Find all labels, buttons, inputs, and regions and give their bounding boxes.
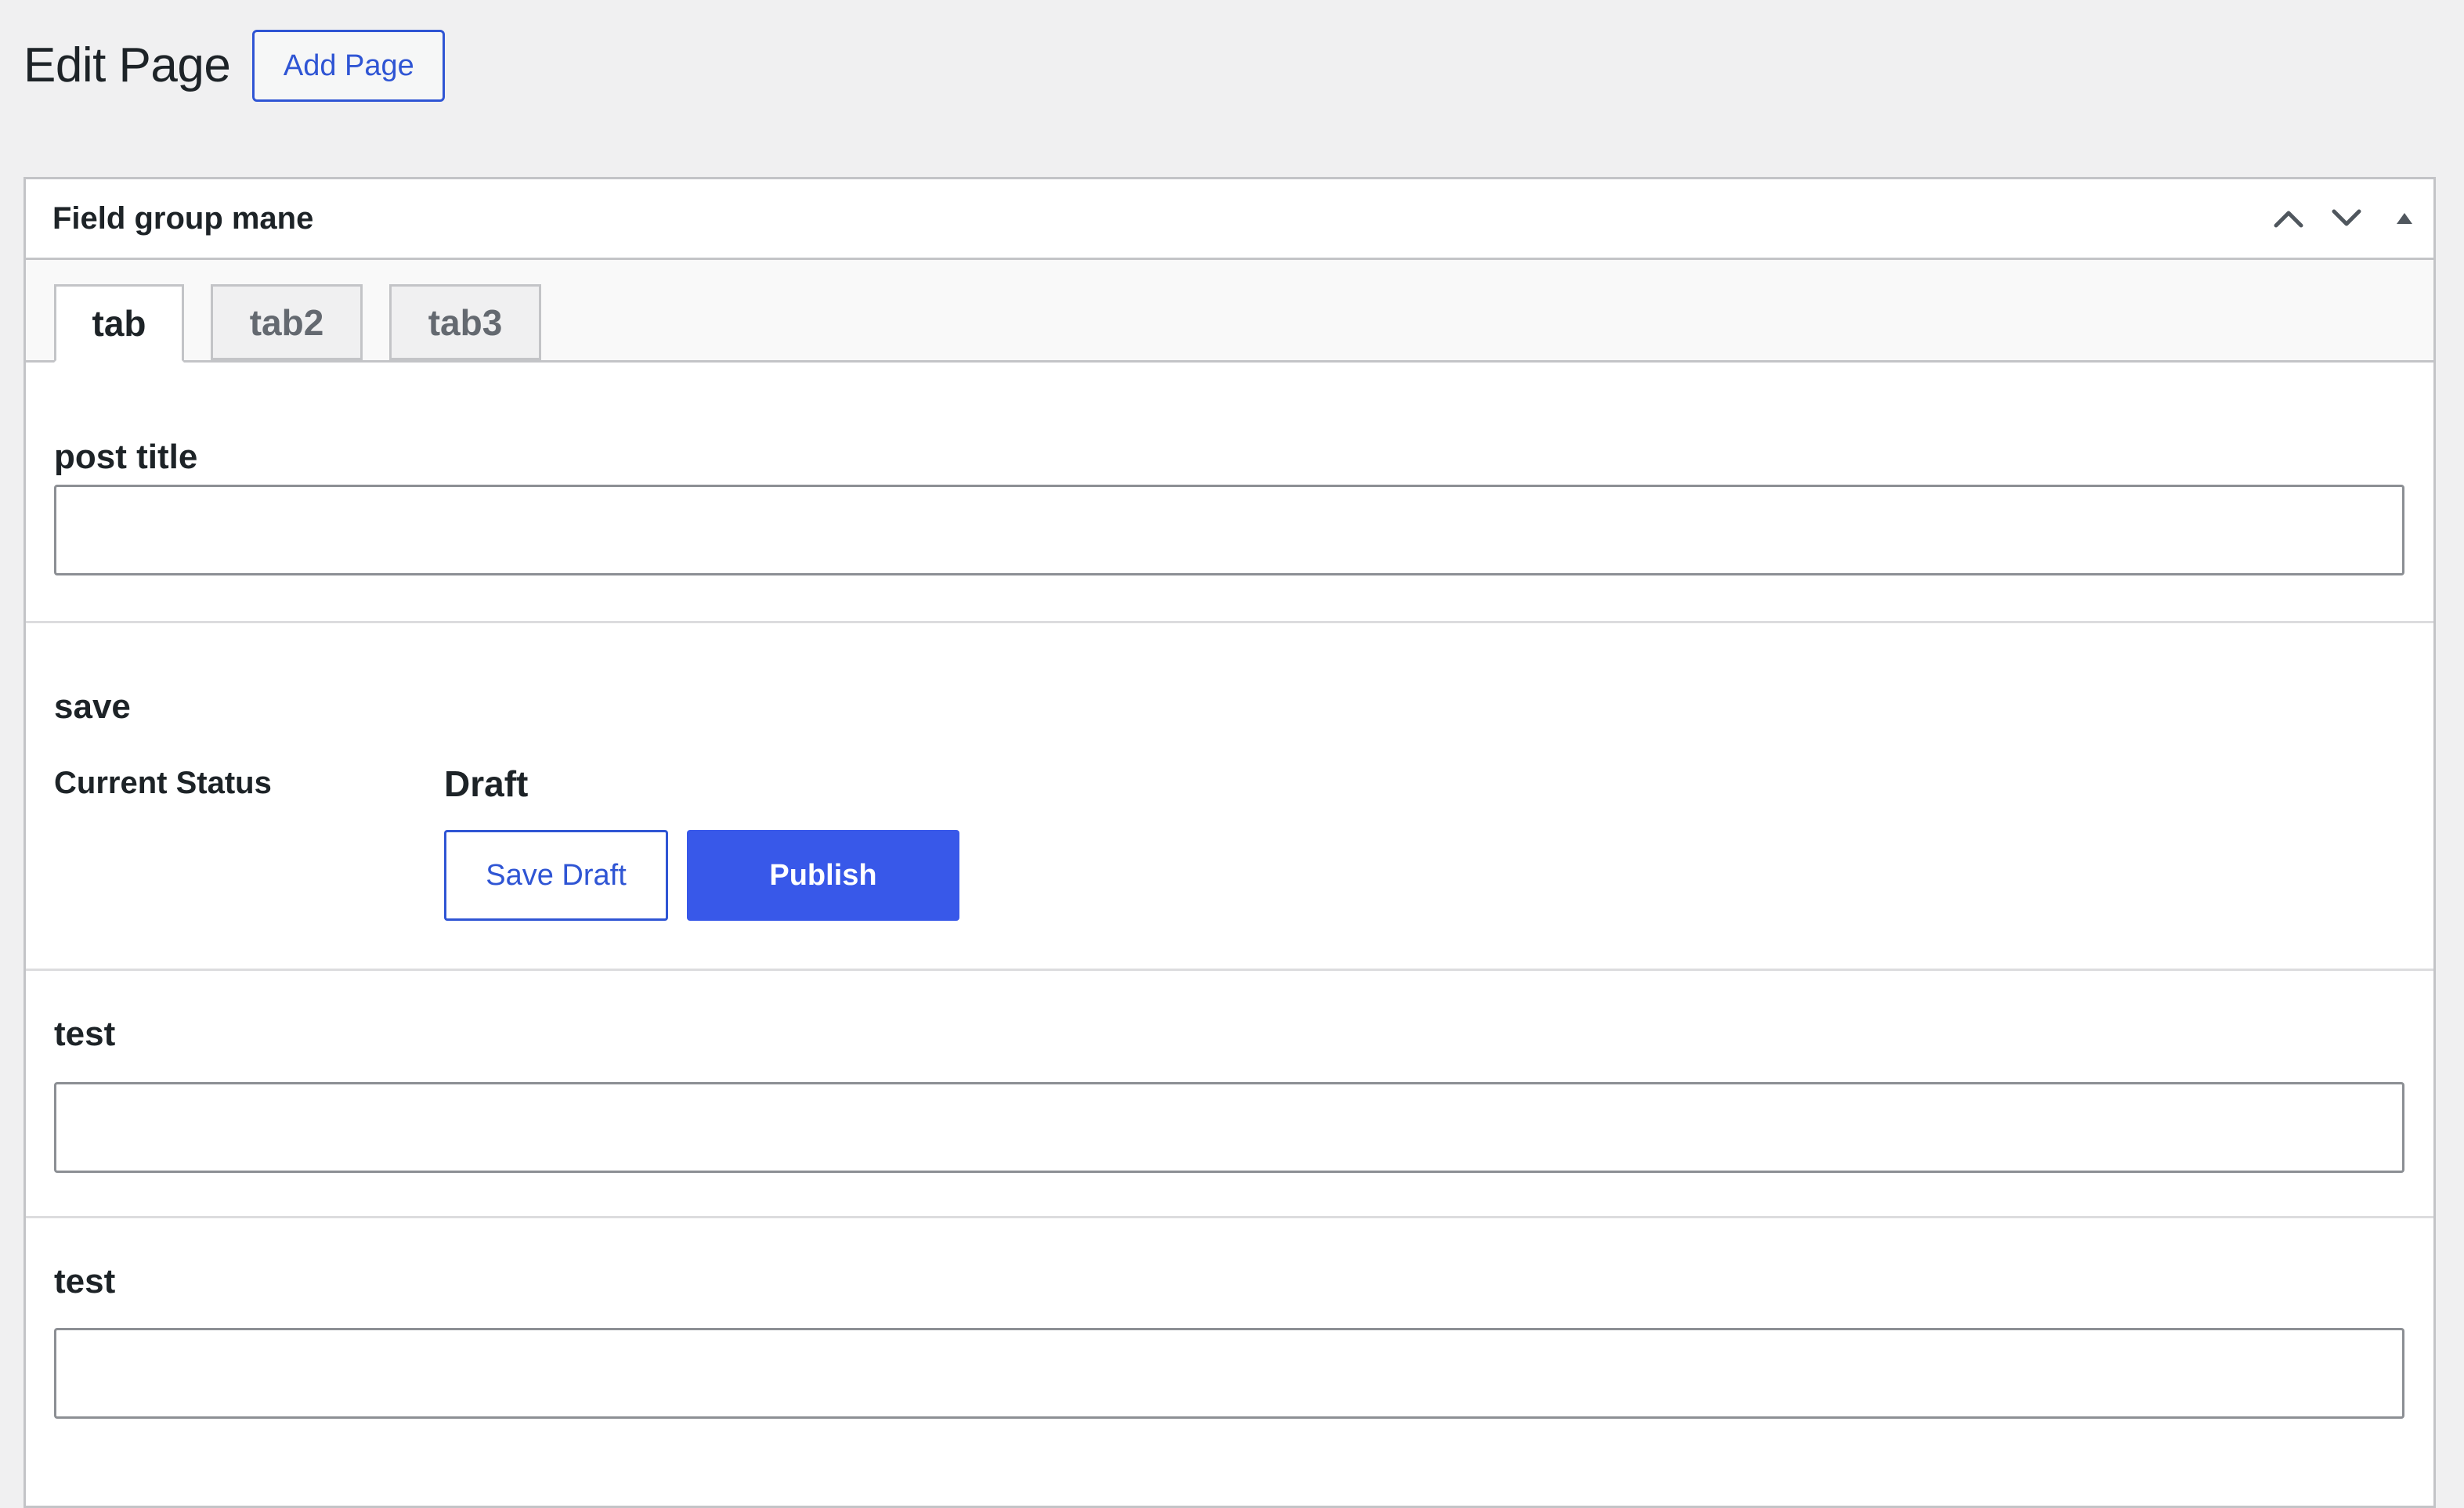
toggle-panel-button[interactable] [2375, 179, 2433, 258]
post-title-field: post title [26, 363, 2433, 623]
test-input-1[interactable] [54, 1082, 2404, 1173]
move-up-button[interactable] [2260, 179, 2318, 258]
current-status-label: Current Status [54, 766, 272, 800]
chevron-up-icon [2274, 211, 2303, 228]
page-header: Edit Page Add Page [23, 28, 446, 103]
add-page-button[interactable]: Add Page [252, 30, 446, 102]
field-group-postbox: Field group mane tab tab2 tab3 post titl… [23, 177, 2436, 1508]
postbox-header: Field group mane [26, 179, 2433, 260]
test-field-2: test [26, 1218, 2433, 1500]
handle-actions [2260, 179, 2433, 258]
test-label-2: test [54, 1262, 116, 1301]
test-input-2[interactable] [54, 1328, 2404, 1419]
move-down-button[interactable] [2318, 179, 2375, 258]
chevron-down-icon [2332, 209, 2361, 226]
save-label: save [54, 687, 131, 726]
save-field: save Current Status Draft Save Draft Pub… [26, 623, 2433, 971]
save-draft-button[interactable]: Save Draft [444, 830, 668, 921]
test-field-1: test [26, 971, 2433, 1218]
post-title-label: post title [54, 438, 198, 476]
publish-button[interactable]: Publish [687, 830, 959, 921]
tab-tab[interactable]: tab [54, 284, 184, 363]
tab-tab3[interactable]: tab3 [389, 284, 541, 360]
test-label-1: test [54, 1015, 116, 1053]
tab-bar: tab tab2 tab3 [26, 260, 2433, 363]
tab-tab2[interactable]: tab2 [211, 284, 363, 360]
page-title: Edit Page [23, 38, 231, 92]
current-status-value: Draft [444, 763, 529, 804]
post-title-input[interactable] [54, 485, 2404, 575]
triangle-up-icon [2397, 213, 2412, 224]
postbox-title: Field group mane [52, 200, 314, 236]
